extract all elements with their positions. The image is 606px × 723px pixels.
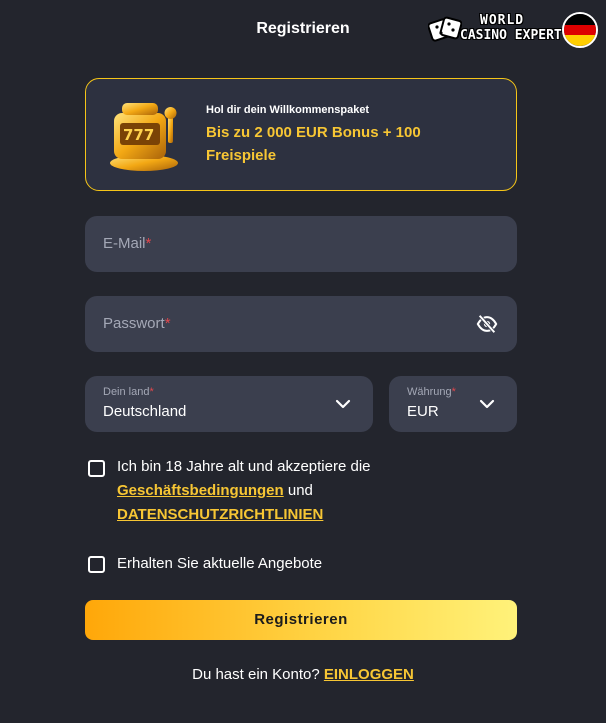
email-placeholder: E-Mail* — [103, 235, 151, 252]
chevron-down-icon — [479, 399, 495, 409]
required-mark: * — [145, 235, 152, 252]
terms-link[interactable]: Geschäftsbedingungen — [117, 482, 284, 499]
password-placeholder-text: Passwort — [103, 315, 165, 332]
country-select[interactable]: Dein land* Deutschland — [85, 376, 373, 432]
top-bar: Registrieren WORLD CASINO EXPERT — [0, 0, 606, 60]
email-placeholder-text: E-Mail — [103, 235, 146, 252]
dice-icon — [428, 16, 462, 42]
offers-label: Erhalten Sie aktuelle Angebote — [117, 555, 323, 572]
offers-row: Erhalten Sie aktuelle Angebote — [88, 551, 508, 577]
currency-label-text: Währung — [407, 386, 452, 398]
world-casino-expert-logo: WORLD CASINO EXPERT — [428, 13, 562, 47]
required-mark: * — [451, 386, 456, 398]
country-label-text: Dein land — [103, 386, 150, 398]
eye-off-icon[interactable] — [476, 313, 498, 335]
terms-line2: Geschäftsbedingungen und — [117, 479, 313, 503]
svg-text:777: 777 — [123, 126, 154, 144]
slot-machine-icon: 777 — [110, 103, 178, 171]
currency-value: EUR — [407, 403, 439, 420]
terms-and: und — [287, 482, 313, 499]
offers-checkbox[interactable] — [88, 556, 105, 573]
required-mark: * — [149, 386, 154, 398]
welcome-bonus-card: 777 Hol dir dein Willkommenspaket Bis zu… — [85, 78, 517, 191]
terms-line3: DATENSCHUTZRICHTLINIEN — [117, 503, 323, 527]
password-field[interactable]: Passwort* — [85, 296, 517, 352]
currency-label: Währung* — [407, 386, 456, 398]
required-mark: * — [164, 315, 171, 332]
germany-flag-icon[interactable] — [562, 12, 598, 48]
password-placeholder: Passwort* — [103, 315, 171, 332]
login-link[interactable]: EINLOGGEN — [324, 666, 414, 683]
country-value: Deutschland — [103, 403, 187, 420]
watermark-line1: WORLD — [480, 13, 525, 28]
bonus-subtitle: Hol dir dein Willkommenspaket — [206, 104, 370, 116]
currency-select[interactable]: Währung* EUR — [389, 376, 517, 432]
login-prompt: Du hast ein Konto? EINLOGGEN — [0, 666, 606, 683]
privacy-link[interactable]: DATENSCHUTZRICHTLINIEN — [117, 506, 323, 523]
register-button[interactable]: Registrieren — [85, 600, 517, 640]
terms-text: Ich bin 18 Jahre alt und akzeptiere die — [117, 458, 371, 475]
have-account-text: Du hast ein Konto? — [192, 666, 320, 683]
terms-row: Ich bin 18 Jahre alt und akzeptiere die … — [88, 455, 508, 531]
chevron-down-icon — [335, 399, 351, 409]
bonus-offer: Bis zu 2 000 EUR Bonus + 100 Freispiele — [206, 124, 421, 164]
watermark-line2: CASINO EXPERT — [460, 28, 562, 43]
email-field[interactable]: E-Mail* — [85, 216, 517, 272]
terms-checkbox[interactable] — [88, 460, 105, 477]
country-label: Dein land* — [103, 386, 154, 398]
